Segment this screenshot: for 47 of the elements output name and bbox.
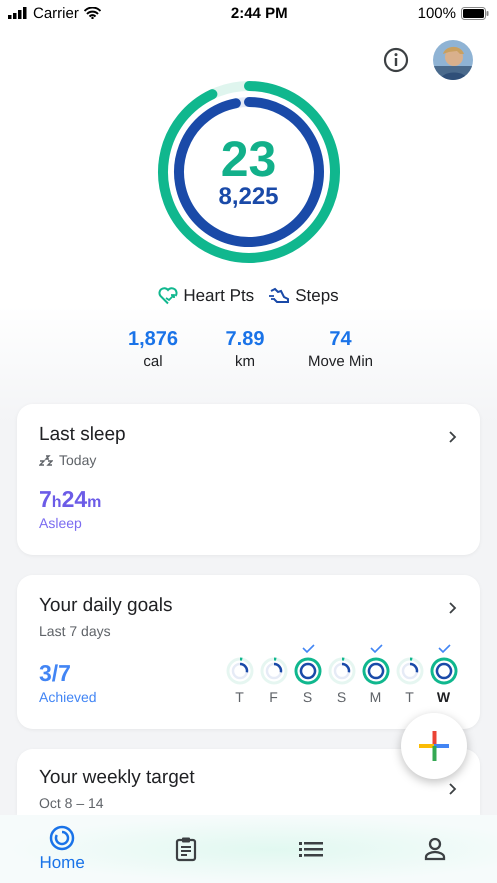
stat-value: 1,876 <box>128 328 178 351</box>
clock-time: 2:44 PM <box>230 4 288 22</box>
sleep-card[interactable]: Last sleep Today 7h24m Asleep <box>17 404 480 555</box>
heart-icon <box>158 287 178 305</box>
card-subtitle: Oct 8 – 14 <box>39 795 104 811</box>
sleep-duration: 7h24m <box>39 486 102 513</box>
day-label: T <box>235 689 244 705</box>
stat-label: cal <box>143 353 163 370</box>
day-label: M <box>370 689 382 705</box>
goals-achieved-value: 3/7 <box>39 660 72 687</box>
weekly-target-card[interactable]: Your weekly target Oct 8 – 14 <box>17 749 480 815</box>
carrier-name: Carrier <box>33 4 79 22</box>
card-title: Last sleep <box>39 424 126 446</box>
stat-label: Move Min <box>308 353 374 370</box>
battery-percent: 100% <box>418 4 456 22</box>
steps-value: 8,225 <box>218 184 279 210</box>
clipboard-icon <box>175 836 198 862</box>
sleep-caption: Asleep <box>39 515 83 531</box>
day-label: F <box>269 689 278 705</box>
day-label: S <box>302 689 312 705</box>
card-title: Your weekly target <box>39 767 195 789</box>
stat-label: km <box>234 353 255 370</box>
heart-points-value: 23 <box>220 134 276 184</box>
list-icon <box>298 841 323 857</box>
day-label: T <box>405 689 414 705</box>
nav-tab[interactable]: Home <box>22 825 102 873</box>
person-icon <box>424 837 446 861</box>
plus-icon <box>419 731 449 761</box>
day-label: S <box>336 689 346 705</box>
sleep-icon <box>39 453 53 467</box>
goals-caption: Achieved <box>39 689 97 705</box>
card-title: Your daily goals <box>39 595 172 617</box>
card-subtitle: Today <box>59 452 96 468</box>
shoe-icon <box>268 287 290 305</box>
battery-icon <box>460 6 489 20</box>
stat-value: 7.89 <box>226 328 264 351</box>
ring-icon <box>49 825 76 851</box>
info-icon[interactable] <box>383 47 409 73</box>
card-subtitle: Last 7 days <box>39 623 111 639</box>
signal-icon <box>8 7 28 19</box>
avatar[interactable] <box>433 40 473 80</box>
legend-label: Heart Pts <box>183 286 254 306</box>
wifi-icon <box>84 7 101 19</box>
legend-label: Steps <box>295 286 339 306</box>
day-label: W <box>436 689 450 705</box>
goals-card[interactable]: Your daily goals Last 7 days 3/7 Achieved T F S S M T W <box>17 575 480 729</box>
stat-value: 74 <box>329 328 352 351</box>
